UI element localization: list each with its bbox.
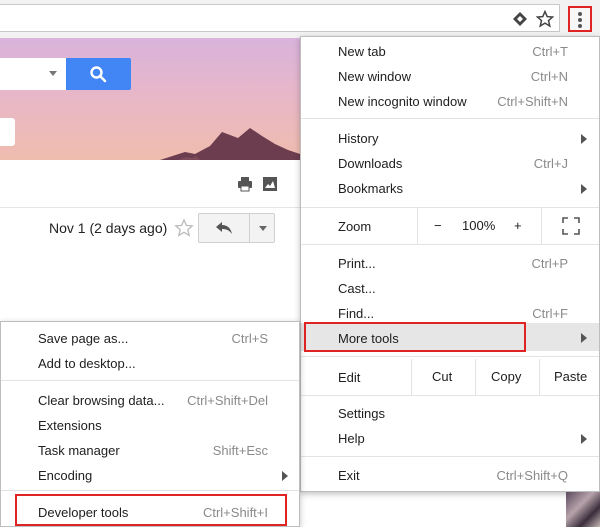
mountain-silhouette — [160, 128, 300, 160]
menu-item-new-tab[interactable]: New tab Ctrl+T — [301, 39, 599, 64]
star-icon[interactable] — [174, 218, 194, 238]
menu-item-shortcut: Ctrl+P — [531, 256, 568, 271]
search-button[interactable] — [66, 58, 131, 90]
more-tools-highlight-box — [304, 322, 526, 352]
menu-item-new-window[interactable]: New window Ctrl+N — [301, 64, 599, 89]
menu-item-shortcut: Ctrl+N — [530, 69, 568, 84]
caret-down-icon[interactable] — [49, 71, 57, 76]
chevron-right-icon — [581, 333, 587, 343]
menu-dots-icon[interactable] — [568, 6, 592, 32]
menu-item-label: History — [338, 131, 379, 146]
divider — [1, 490, 299, 491]
divider — [301, 356, 599, 357]
chevron-right-icon — [282, 471, 288, 481]
menu-item-label: Add to desktop... — [38, 356, 136, 371]
menu-item-cast[interactable]: Cast... — [301, 276, 599, 301]
menu-item-shortcut: Ctrl+J — [533, 156, 568, 171]
menu-item-encoding[interactable]: Encoding — [1, 463, 299, 488]
divider — [301, 395, 599, 396]
gmail-banner — [0, 38, 300, 160]
chevron-right-icon — [581, 434, 587, 444]
divider — [1, 380, 299, 381]
menu-item-label: Downloads — [338, 156, 403, 171]
zoom-row: Zoom − 100% + — [301, 208, 599, 244]
menu-item-label: Find... — [338, 306, 375, 321]
menu-item-shortcut: Ctrl+T — [532, 44, 568, 59]
menu-item-label: Settings — [338, 406, 385, 421]
extension-diamond-icon[interactable] — [511, 10, 529, 28]
menu-item-print[interactable]: Print... Ctrl+P — [301, 251, 599, 276]
menu-item-label: Help — [338, 431, 365, 446]
search-icon — [90, 66, 107, 83]
copy-button[interactable]: Copy — [475, 359, 539, 395]
menu-item-label: New incognito window — [338, 94, 467, 109]
edit-row: Edit Cut Copy Paste — [301, 359, 599, 395]
background-image-fragment — [566, 492, 600, 527]
paste-button[interactable]: Paste — [539, 359, 600, 395]
zoom-out-button[interactable]: − — [434, 218, 442, 233]
menu-item-settings[interactable]: Settings — [301, 401, 599, 426]
zoom-in-button[interactable]: + — [514, 218, 522, 233]
menu-item-label: Encoding — [38, 468, 93, 483]
menu-item-history[interactable]: History — [301, 126, 599, 151]
menu-item-help[interactable]: Help — [301, 426, 599, 451]
menu-item-label: Extensions — [38, 418, 102, 433]
menu-item-bookmarks[interactable]: Bookmarks — [301, 176, 599, 201]
fullscreen-icon — [562, 217, 580, 235]
reply-more-button[interactable] — [249, 213, 275, 243]
reply-button[interactable] — [198, 213, 250, 243]
menu-item-shortcut: Ctrl+Shift+Del — [187, 393, 268, 408]
more-tools-submenu: Save page as... Ctrl+S Add to desktop...… — [0, 321, 300, 527]
chevron-right-icon — [581, 134, 587, 144]
menu-item-label: Task manager — [38, 443, 120, 458]
menu-item-label: Cast... — [338, 281, 376, 296]
divider — [301, 118, 599, 119]
menu-item-label: New tab — [338, 44, 386, 59]
zoom-label: Zoom — [338, 219, 372, 234]
menu-item-shortcut: Ctrl+Shift+N — [497, 94, 568, 109]
menu-item-downloads[interactable]: Downloads Ctrl+J — [301, 151, 599, 176]
menu-item-label: New window — [338, 69, 411, 84]
menu-item-new-incognito[interactable]: New incognito window Ctrl+Shift+N — [301, 89, 599, 114]
menu-item-shortcut: Ctrl+S — [231, 331, 268, 346]
address-bar[interactable] — [0, 4, 560, 32]
divider — [301, 244, 599, 245]
menu-item-clear-data[interactable]: Clear browsing data... Ctrl+Shift+Del — [1, 388, 299, 413]
copy-label: Copy — [491, 369, 522, 384]
menu-item-exit[interactable]: Exit Ctrl+Shift+Q — [301, 463, 599, 488]
menu-item-shortcut: Ctrl+F — [532, 306, 568, 321]
menu-item-label: Save page as... — [38, 331, 129, 346]
divider — [301, 456, 599, 457]
paste-label: Paste — [554, 369, 588, 384]
sidebar-compose-edge[interactable] — [0, 118, 15, 146]
zoom-value: 100% — [462, 218, 496, 233]
menu-item-label: Print... — [338, 256, 376, 271]
divider — [0, 207, 300, 208]
menu-item-save-page[interactable]: Save page as... Ctrl+S — [1, 326, 299, 351]
menu-item-add-desktop[interactable]: Add to desktop... — [1, 351, 299, 376]
chrome-main-menu: New tab Ctrl+T New window Ctrl+N New inc… — [300, 36, 600, 492]
cut-button[interactable]: Cut — [411, 359, 475, 395]
edit-label: Edit — [338, 370, 361, 385]
reply-icon — [216, 222, 232, 234]
bookmark-star-icon[interactable] — [536, 10, 554, 28]
email-date: Nov 1 (2 days ago) — [49, 220, 168, 236]
menu-item-label: Exit — [338, 468, 360, 483]
menu-item-label: Clear browsing data... — [38, 393, 165, 408]
developer-tools-highlight-box — [15, 494, 287, 526]
print-icon[interactable] — [237, 176, 253, 192]
caret-down-icon — [259, 226, 267, 231]
cut-label: Cut — [432, 369, 453, 384]
zoom-controls: − 100% + — [417, 208, 541, 244]
menu-item-extensions[interactable]: Extensions — [1, 413, 299, 438]
menu-item-label: Bookmarks — [338, 181, 404, 196]
menu-item-task-manager[interactable]: Task manager Shift+Esc — [1, 438, 299, 463]
menu-item-shortcut: Shift+Esc — [212, 443, 268, 458]
menu-item-shortcut: Ctrl+Shift+Q — [496, 468, 568, 483]
chevron-right-icon — [581, 184, 587, 194]
browser-toolbar — [0, 0, 600, 38]
fullscreen-button[interactable] — [541, 208, 600, 244]
popout-icon[interactable] — [262, 176, 278, 192]
